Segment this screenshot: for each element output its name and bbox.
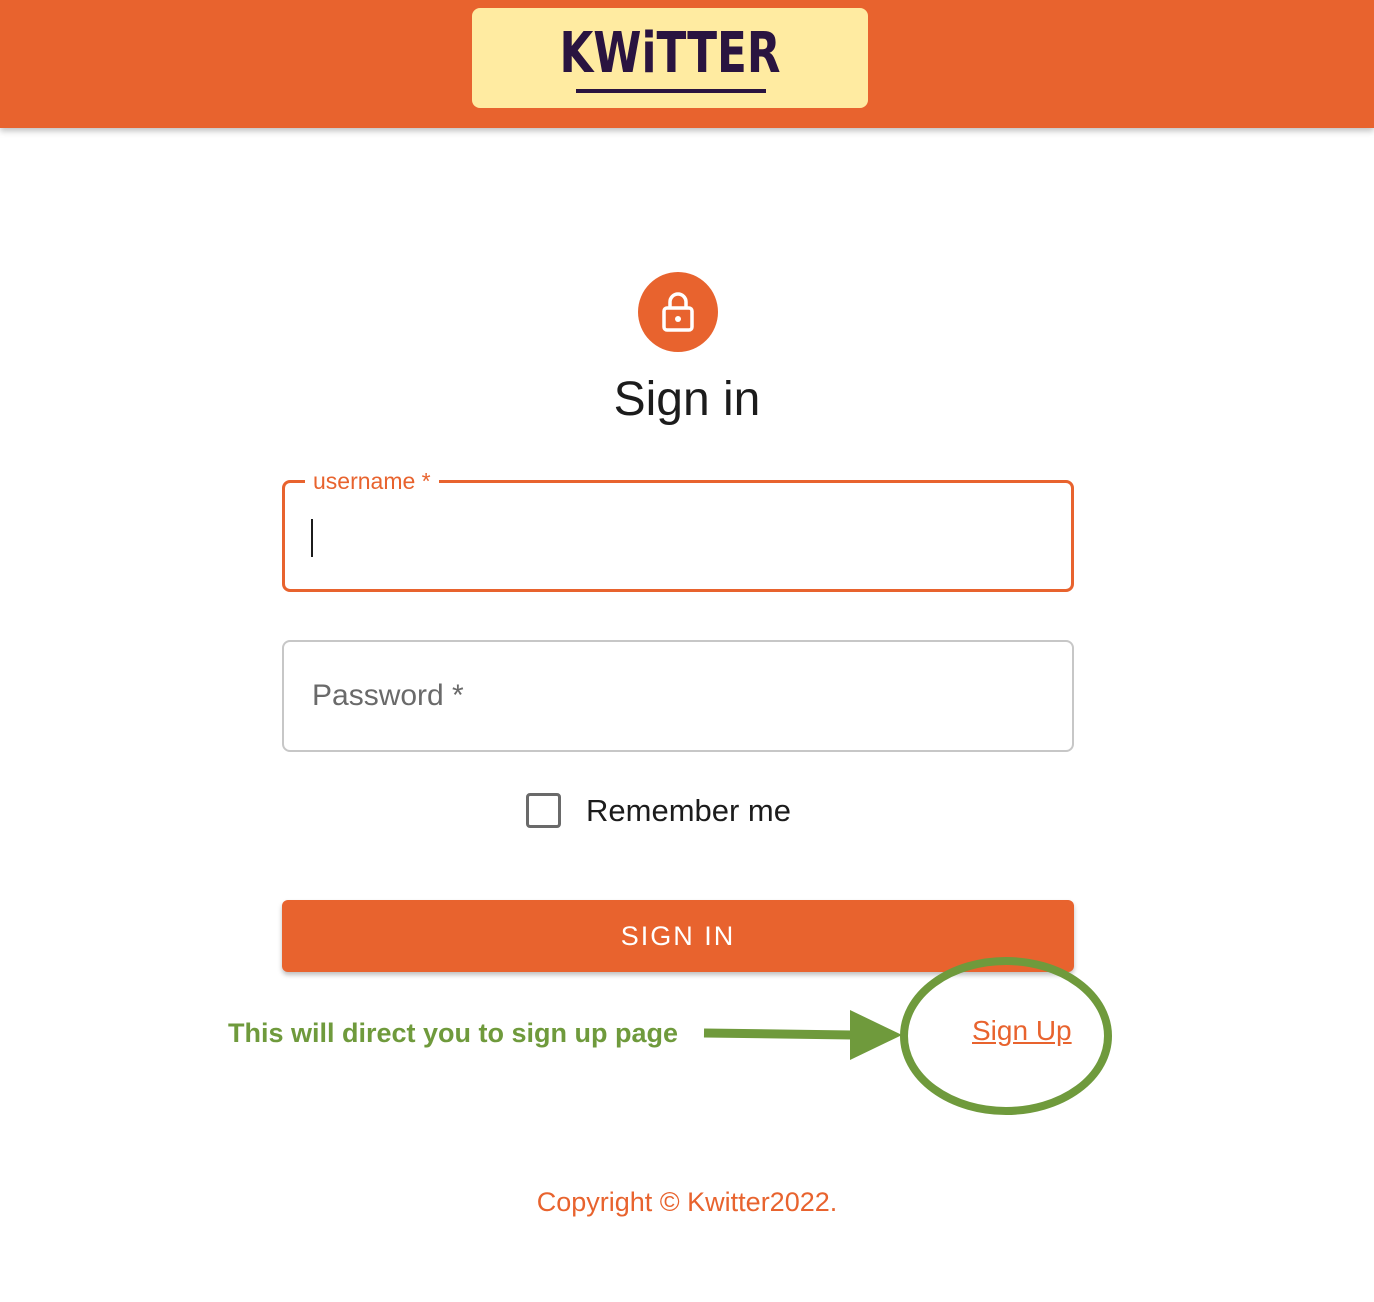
annotation-overlay xyxy=(703,957,1112,1115)
annotation-text: This will direct you to sign up page xyxy=(228,1018,679,1048)
annotation-arrow-head xyxy=(850,1010,902,1060)
sign-up-link[interactable]: Sign Up xyxy=(972,1013,1072,1049)
copyright-text: Copyright © Kwitter2022. xyxy=(536,1187,838,1217)
annotation-arrow-shaft xyxy=(703,1028,853,1040)
